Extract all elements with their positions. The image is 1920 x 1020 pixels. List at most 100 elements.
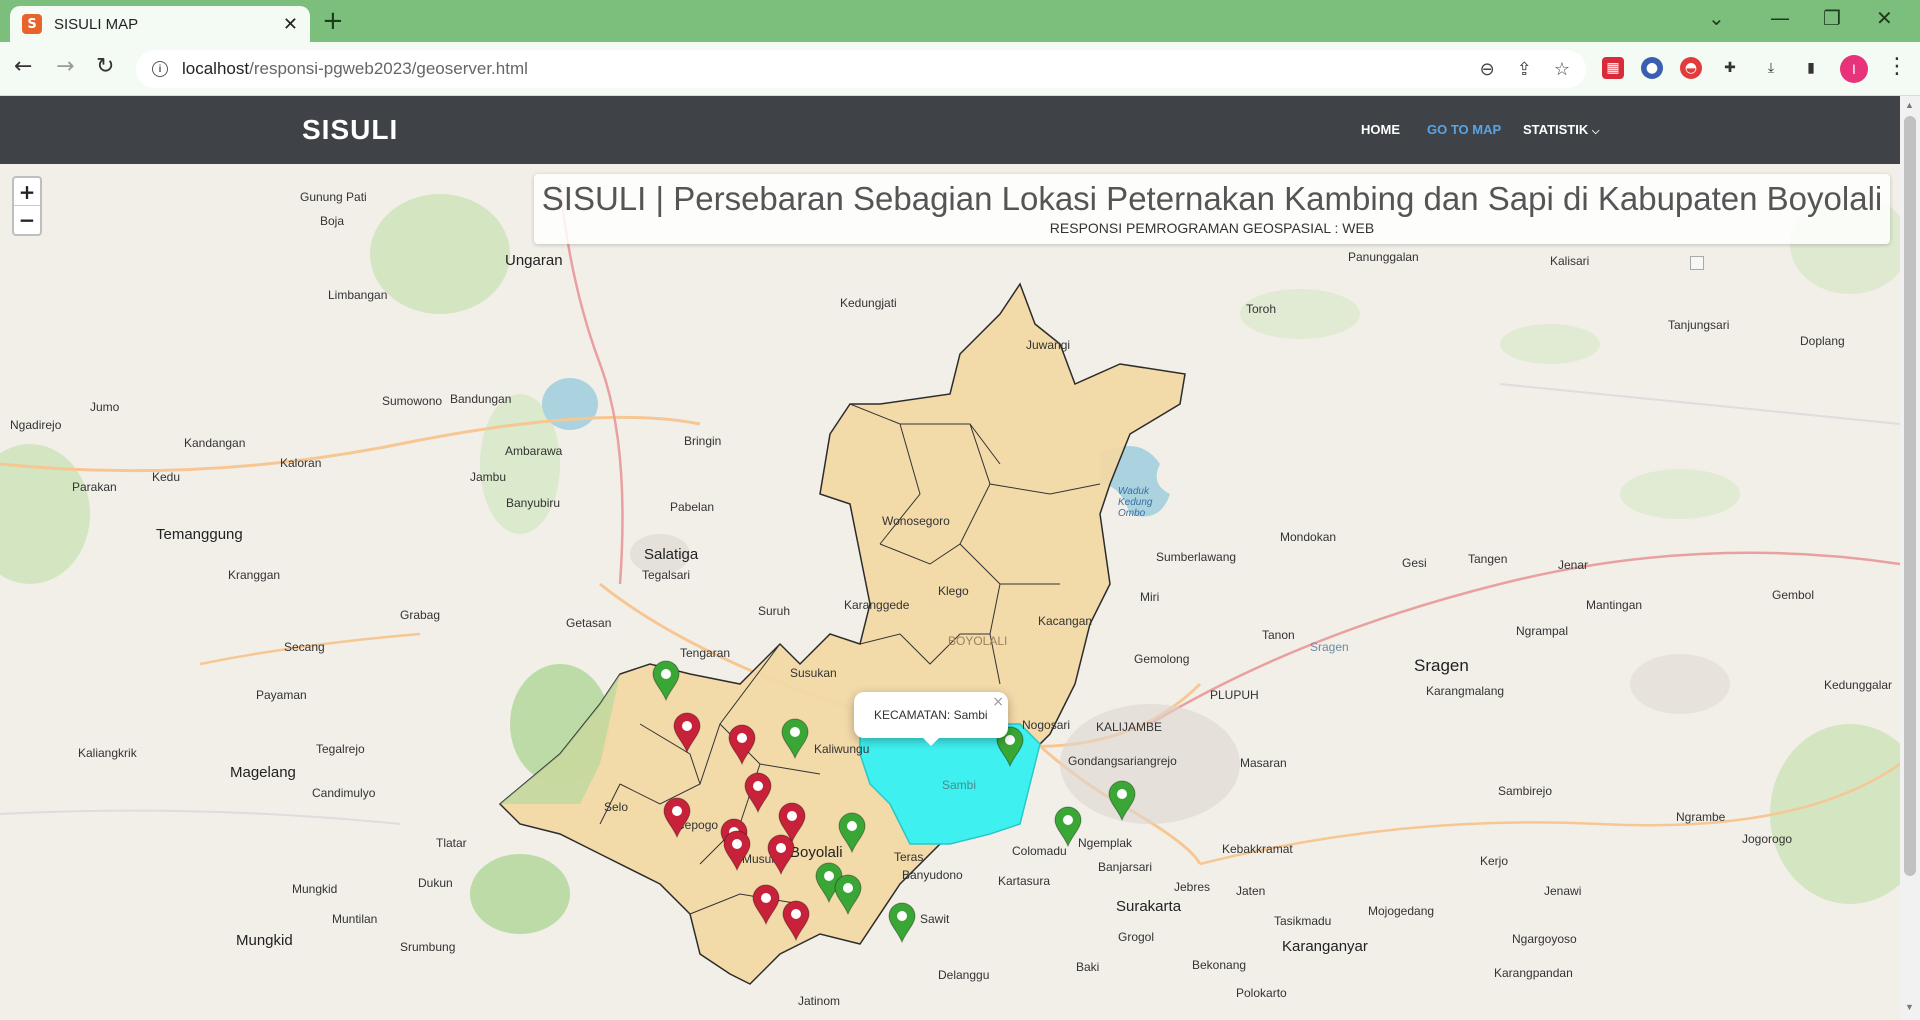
map-title: SISULI | Persebaran Sebagian Lokasi Pete… [541, 180, 1883, 217]
label-mungkid-2: Mungkid [236, 932, 293, 949]
label-tanjungsari: Tanjungsari [1668, 318, 1730, 332]
site-info-icon[interactable]: i [152, 61, 168, 77]
restore-button[interactable]: ❐ [1823, 6, 1841, 30]
label-karangmalang: Karangmalang [1426, 684, 1505, 698]
label-mondokan: Mondokan [1280, 530, 1337, 544]
label-limbangan: Limbangan [328, 288, 388, 302]
scroll-thumb[interactable] [1904, 116, 1916, 876]
reload-button[interactable]: ↻ [96, 54, 114, 79]
label-juwangi: Juwangi [1026, 338, 1071, 352]
forward-button[interactable]: → [56, 54, 74, 79]
label-secang: Secang [284, 640, 325, 654]
label-gondangrejo: Gondangsariangrejo [1068, 754, 1177, 768]
bookmark-star-icon[interactable]: ☆ [1554, 59, 1570, 80]
label-polokarto: Polokarto [1236, 986, 1287, 1000]
favicon-icon: S [22, 14, 42, 34]
site-brand[interactable]: SISULI [302, 114, 398, 146]
label-kandangan: Kandangan [184, 436, 246, 450]
label-ambarawa: Ambarawa [505, 444, 563, 458]
url-host: localhost [182, 59, 250, 78]
tab-title: SISULI MAP [54, 15, 139, 33]
label-selo: Selo [604, 800, 629, 814]
extensions-puzzle-icon[interactable]: ✚ [1719, 57, 1741, 79]
boyolali-regency-polygon [498, 282, 1186, 985]
label-kalijambe: KALIJAMBE [1096, 720, 1163, 734]
label-cepogo: Cepogo [676, 818, 719, 832]
label-dukun: Dukun [418, 876, 453, 890]
label-panunggalan: Panunggalan [1348, 250, 1419, 264]
label-wonosegoro: Wonosegoro [882, 514, 950, 528]
label-tlatar: Tlatar [436, 836, 467, 850]
scroll-down-arrow-icon[interactable]: ▼ [1905, 1002, 1914, 1012]
share-icon[interactable]: ⇪ [1517, 59, 1532, 80]
nav-home[interactable]: HOME [1361, 122, 1400, 137]
side-panel-icon[interactable]: ▮ [1800, 57, 1822, 79]
nav-go-to-map[interactable]: GO TO MAP [1427, 122, 1501, 137]
zoom-icon[interactable]: ⊖ [1480, 59, 1495, 80]
url-text[interactable]: localhost/responsi-pgweb2023/geoserver.h… [182, 59, 1458, 79]
zoom-out-button[interactable]: − [14, 206, 40, 234]
label-salatiga: Salatiga [644, 546, 699, 563]
label-sawit: Sawit [920, 912, 950, 926]
download-icon[interactable]: ⤓ [1760, 57, 1782, 79]
close-tab-icon[interactable]: ✕ [283, 14, 298, 35]
label-kaliangkrik: Kaliangkrik [78, 746, 137, 760]
label-musuk: Musuk [742, 852, 778, 866]
label-bandungan: Bandungan [450, 392, 512, 406]
label-bringin: Bringin [684, 434, 722, 448]
label-ngadirejo: Ngadirejo [10, 418, 62, 432]
label-kebakkramat: Kebakkramat [1222, 842, 1293, 856]
label-karanganyar: Karanganyar [1282, 938, 1368, 955]
profile-avatar[interactable]: I [1840, 55, 1868, 83]
popup-close-icon[interactable]: × [992, 694, 1004, 710]
label-masaran: Masaran [1240, 756, 1287, 770]
back-button[interactable]: ← [14, 54, 32, 79]
label-toroh: Toroh [1246, 302, 1277, 316]
zoom-in-button[interactable]: + [14, 178, 40, 206]
label-muntilan: Muntilan [332, 912, 378, 926]
nav-statistik[interactable]: STATISTIK ⌵ [1523, 122, 1599, 137]
map-viewport[interactable]: Gunung Pati Boja Ungaran Limbangan Jumo … [0, 164, 1900, 1020]
page-scrollbar[interactable]: ▲ ▼ [1900, 96, 1920, 1020]
address-bar[interactable]: i localhost/responsi-pgweb2023/geoserver… [136, 50, 1586, 88]
map-subtitle: RESPONSI PEMROGRAMAN GEOSPASIAL : WEB [1049, 220, 1375, 236]
label-kaloran: Kaloran [280, 456, 322, 470]
label-jaten: Jaten [1236, 884, 1266, 898]
close-window-button[interactable]: ✕ [1876, 6, 1893, 30]
label-tanon: Tanon [1262, 628, 1295, 642]
label-jenar: Jenar [1558, 558, 1589, 572]
label-gemolong: Gemolong [1134, 652, 1190, 666]
label-payaman: Payaman [256, 688, 307, 702]
label-temanggung: Temanggung [156, 526, 243, 543]
browser-tab[interactable]: S SISULI MAP ✕ [10, 6, 310, 42]
label-mungkid: Mungkid [292, 882, 338, 896]
popup-tip [921, 736, 941, 746]
nav-statistik-label: STATISTIK [1523, 122, 1589, 137]
label-gunung-pati: Gunung Pati [300, 190, 367, 204]
label-gembol: Gembol [1772, 588, 1815, 602]
label-tegalsari: Tegalsari [642, 568, 691, 582]
map-title-box: SISULI | Persebaran Sebagian Lokasi Pete… [534, 174, 1890, 244]
label-srumbung: Srumbung [400, 940, 456, 954]
browser-menu-icon[interactable]: ⋮ [1886, 54, 1908, 79]
label-kalisari: Kalisari [1550, 254, 1590, 268]
label-jambu: Jambu [470, 470, 507, 484]
label-ngemplak: Ngemplak [1078, 836, 1133, 850]
minimize-button[interactable]: — [1770, 6, 1790, 30]
label-pabelan: Pabelan [670, 500, 715, 514]
extension-blue-icon[interactable]: ● [1641, 57, 1663, 79]
extension-pokeball-icon[interactable]: ◓ [1680, 57, 1702, 79]
label-ngrambe: Ngrambe [1676, 810, 1726, 824]
label-kedunggalar: Kedunggalar [1824, 678, 1893, 692]
label-suruh: Suruh [758, 604, 791, 618]
label-jebres: Jebres [1174, 880, 1211, 894]
extension-red-icon[interactable]: ▦ [1602, 57, 1624, 79]
label-ungaran: Ungaran [505, 252, 563, 269]
label-ngrampal: Ngrampal [1516, 624, 1569, 638]
label-tengaran: Tengaran [680, 646, 731, 660]
tab-search-icon[interactable]: ⌄ [1708, 6, 1725, 30]
scroll-up-arrow-icon[interactable]: ▲ [1905, 100, 1914, 110]
new-tab-button[interactable]: + [322, 6, 344, 36]
url-path: /responsi-pgweb2023/geoserver.html [249, 59, 528, 78]
label-sumowono: Sumowono [382, 394, 443, 408]
